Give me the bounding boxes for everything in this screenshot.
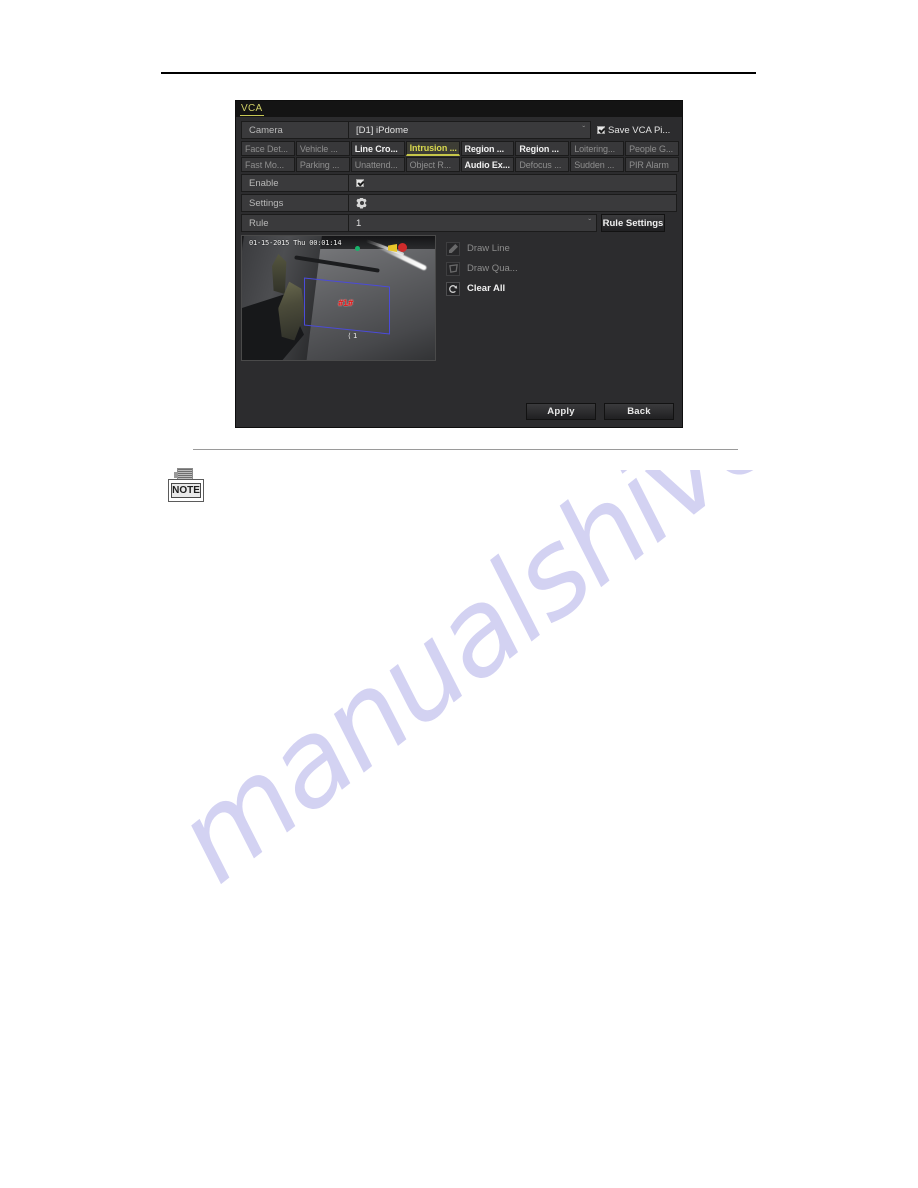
tab-vehicle-detection[interactable]: Vehicle ... <box>295 141 350 156</box>
back-button[interactable]: Back <box>604 403 674 420</box>
save-vca-picture-label: Save VCA Pi... <box>608 124 671 136</box>
tab-region-exiting[interactable]: Region ... <box>515 141 570 156</box>
rule-select[interactable]: 1 ˇ <box>349 214 597 232</box>
video-preview[interactable]: #1# ⟨ 1 01-15-2015 Thu 00:01:14 <box>241 235 436 361</box>
video-timestamp: 01-15-2015 Thu 00:01:14 <box>249 239 342 247</box>
tab-sudden-scene-change[interactable]: Sudden ... <box>570 157 625 172</box>
tab-pir-alarm[interactable]: PIR Alarm <box>625 157 679 172</box>
settings-cell[interactable] <box>349 194 677 212</box>
rule-label: Rule <box>241 214 349 232</box>
tab-intrusion[interactable]: Intrusion ... <box>405 141 460 156</box>
tab-people-gathering[interactable]: People G... <box>625 141 679 156</box>
settings-row: Settings <box>241 194 677 212</box>
camera-select[interactable]: [D1] iPdome ˇ <box>349 121 591 139</box>
page-divider-rule <box>193 449 738 450</box>
clear-all-label: Clear All <box>467 283 506 294</box>
vca-event-tabs: Face Det... Vehicle ... Line Cro... Intr… <box>241 141 679 172</box>
tab-face-detection[interactable]: Face Det... <box>241 141 295 156</box>
watermark: manualshive.com <box>150 470 910 1030</box>
rule-row: Rule 1 ˇ Rule Settings <box>241 214 677 232</box>
title-underline <box>240 115 264 116</box>
rule-select-value: 1 <box>356 217 362 229</box>
chevron-down-icon: ˇ <box>582 125 585 134</box>
tab-object-removal[interactable]: Object R... <box>405 157 460 172</box>
preview-area: #1# ⟨ 1 01-15-2015 Thu 00:01:14 Draw Lin… <box>241 235 677 361</box>
tab-region-entrance[interactable]: Region ... <box>460 141 515 156</box>
page-title: VCA <box>241 103 263 114</box>
clear-icon <box>446 281 460 296</box>
gear-icon[interactable] <box>356 197 367 209</box>
tab-loitering[interactable]: Loitering... <box>570 141 625 156</box>
draw-line-label: Draw Line <box>467 243 510 254</box>
enable-checkbox-cell[interactable] <box>349 174 677 192</box>
draw-tools: Draw Line Draw Qua... Clear All <box>446 235 518 361</box>
tab-fast-moving[interactable]: Fast Mo... <box>241 157 295 172</box>
draw-line-tool[interactable]: Draw Line <box>446 240 518 257</box>
note-plate: NOTE <box>168 479 204 502</box>
intrusion-direction-label: ⟨ 1 <box>348 332 358 340</box>
save-vca-picture-checkbox[interactable]: Save VCA Pi... <box>591 121 677 139</box>
video-status-icon-red <box>398 243 407 252</box>
tab-parking[interactable]: Parking ... <box>295 157 350 172</box>
watermark-text: manualshive.com <box>150 470 910 909</box>
tab-defocus[interactable]: Defocus ... <box>515 157 570 172</box>
vca-titlebar: VCA <box>236 101 682 117</box>
tab-unattended-baggage[interactable]: Unattend... <box>350 157 405 172</box>
tab-line-crossing[interactable]: Line Cro... <box>350 141 405 156</box>
checkbox-icon[interactable] <box>356 179 364 187</box>
intrusion-region-label: #1# <box>338 299 353 309</box>
chevron-down-icon: ˇ <box>588 218 591 227</box>
enable-label: Enable <box>241 174 349 192</box>
camera-label: Camera <box>241 121 349 139</box>
camera-row: Camera [D1] iPdome ˇ Save VCA Pi... <box>241 121 677 139</box>
draw-quadrilateral-tool[interactable]: Draw Qua... <box>446 260 518 277</box>
video-status-dot-green <box>355 246 360 251</box>
polygon-icon <box>446 261 460 276</box>
note-label: NOTE <box>171 483 201 498</box>
checkbox-icon <box>597 126 605 134</box>
vca-body: Camera [D1] iPdome ˇ Save VCA Pi... Face… <box>236 117 682 361</box>
dialog-actions: Apply Back <box>526 403 674 420</box>
tab-audio-exception[interactable]: Audio Ex... <box>460 157 515 172</box>
draw-quadrilateral-label: Draw Qua... <box>467 263 518 274</box>
page-header-rule <box>161 72 756 74</box>
pencil-icon <box>446 241 460 256</box>
camera-select-value: [D1] iPdome <box>356 124 409 136</box>
settings-label: Settings <box>241 194 349 212</box>
rule-settings-button[interactable]: Rule Settings <box>601 214 665 232</box>
note-icon: NOTE <box>168 468 204 502</box>
vca-dialog: VCA Camera [D1] iPdome ˇ Save VCA Pi... … <box>235 100 683 428</box>
enable-row: Enable <box>241 174 677 192</box>
clear-all-tool[interactable]: Clear All <box>446 280 518 297</box>
apply-button[interactable]: Apply <box>526 403 596 420</box>
